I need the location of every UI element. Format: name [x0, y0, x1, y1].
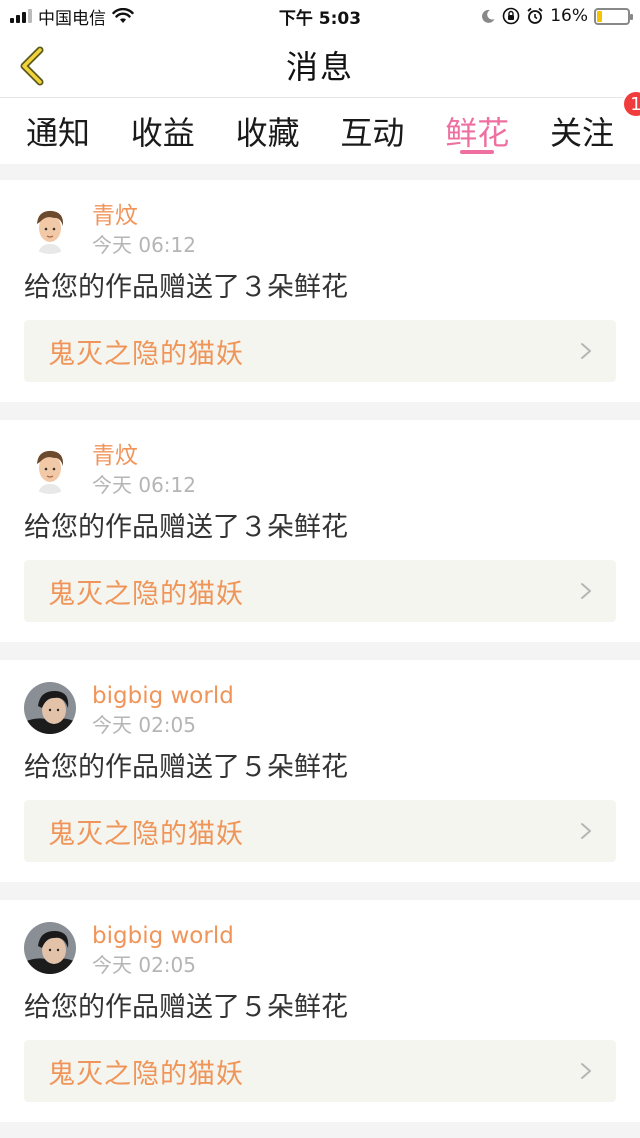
chevron-right-icon: [581, 1063, 591, 1079]
tab-label: 鲜花: [445, 114, 510, 152]
sender-row: bigbig world 今天 02:05: [24, 682, 616, 738]
message-text: 给您的作品赠送了３朵鲜花: [24, 272, 348, 303]
active-tab-indicator: [460, 150, 495, 154]
sender-name[interactable]: bigbig world: [92, 682, 234, 710]
moon-icon: [482, 9, 495, 23]
avatar-photo-icon[interactable]: [24, 922, 76, 974]
message-text: 给您的作品赠送了５朵鲜花: [24, 752, 348, 783]
chevron-right-icon: [581, 823, 591, 839]
work-title: 鬼灭之隐的猫妖: [48, 818, 244, 850]
alarm-icon: [527, 7, 543, 24]
flower-message-list: 青炆 今天 06:12 给您的作品赠送了３朵鲜花 鬼灭之隐的猫妖 青炆 今天 0…: [0, 180, 640, 1138]
tab-label: 关注: [549, 114, 614, 152]
tab-label: 收藏: [235, 114, 300, 152]
work-link[interactable]: 鬼灭之隐的猫妖: [24, 1040, 616, 1102]
nav-bar: 消息: [0, 32, 640, 98]
tab-interactions[interactable]: 互动: [340, 98, 404, 164]
message-text: 给您的作品赠送了３朵鲜花: [24, 512, 348, 543]
work-link[interactable]: 鬼灭之隐的猫妖: [24, 320, 616, 382]
status-bar: 中国电信 下午 5:03 16%: [0, 0, 640, 32]
page-title: 消息: [285, 47, 354, 86]
sender-row: bigbig world 今天 02:05: [24, 922, 616, 978]
message-time: 今天 06:12: [92, 233, 196, 257]
sender-meta: 青炆 今天 06:12: [92, 202, 196, 258]
work-title: 鬼灭之隐的猫妖: [48, 338, 244, 370]
chevron-right-icon: [581, 583, 591, 599]
avatar-cartoon-icon[interactable]: [24, 442, 76, 494]
sender-meta: 青炆 今天 06:12: [92, 442, 196, 498]
avatar-photo-icon[interactable]: [24, 682, 76, 734]
rotation-lock-icon: [502, 7, 520, 25]
list-item: bigbig world 今天 02:05 给您的作品赠送了５朵鲜花 鬼灭之隐的…: [0, 660, 640, 882]
battery-percent: 16%: [550, 6, 588, 26]
sender-name[interactable]: 青炆: [92, 202, 196, 230]
message-time: 今天 02:05: [92, 953, 196, 977]
work-link[interactable]: 鬼灭之隐的猫妖: [24, 800, 616, 862]
tab-follows[interactable]: 关注 1: [549, 90, 640, 164]
message-time: 今天 06:12: [92, 473, 196, 497]
work-title: 鬼灭之隐的猫妖: [48, 578, 244, 610]
tab-label: 通知: [26, 114, 91, 152]
sender-name[interactable]: bigbig world: [92, 922, 234, 950]
chevron-right-icon: [581, 343, 591, 359]
battery-fill: [597, 10, 602, 22]
avatar-cartoon-icon[interactable]: [24, 202, 76, 254]
message-time: 今天 02:05: [92, 713, 196, 737]
sender-row: 青炆 今天 06:12: [24, 442, 616, 498]
work-title: 鬼灭之隐的猫妖: [48, 1058, 244, 1090]
tab-favorites[interactable]: 收藏: [236, 98, 300, 164]
status-bar-right: 16%: [480, 6, 633, 26]
signal-icon: [10, 9, 32, 23]
list-item: 青炆 今天 06:12 给您的作品赠送了３朵鲜花 鬼灭之隐的猫妖: [0, 420, 640, 642]
tab-bar: 通知 收益 收藏 互动 鲜花 关注 1: [0, 90, 640, 164]
sender-meta: bigbig world 今天 02:05: [92, 922, 234, 978]
sender-name[interactable]: 青炆: [92, 442, 196, 470]
tab-earnings[interactable]: 收益: [131, 98, 195, 164]
tab-notifications[interactable]: 通知: [26, 98, 90, 164]
work-link[interactable]: 鬼灭之隐的猫妖: [24, 560, 616, 622]
list-item: bigbig world 今天 02:05 给您的作品赠送了５朵鲜花 鬼灭之隐的…: [0, 900, 640, 1122]
message-text: 给您的作品赠送了５朵鲜花: [24, 992, 348, 1023]
list-item: 青炆 今天 06:12 给您的作品赠送了３朵鲜花 鬼灭之隐的猫妖: [0, 180, 640, 402]
back-button[interactable]: [12, 44, 52, 88]
sender-row: 青炆 今天 06:12: [24, 202, 616, 258]
battery-icon: [594, 7, 633, 25]
status-bar-left: 中国电信: [10, 4, 134, 29]
unread-badge: 1: [622, 90, 640, 118]
tab-label: 互动: [340, 114, 405, 152]
tab-label: 收益: [130, 114, 195, 152]
tab-flowers[interactable]: 鲜花: [445, 98, 509, 164]
wifi-icon: [112, 8, 134, 23]
carrier-label: 中国电信: [38, 8, 106, 29]
sender-meta: bigbig world 今天 02:05: [92, 682, 234, 738]
chevron-left-icon: [20, 46, 44, 86]
